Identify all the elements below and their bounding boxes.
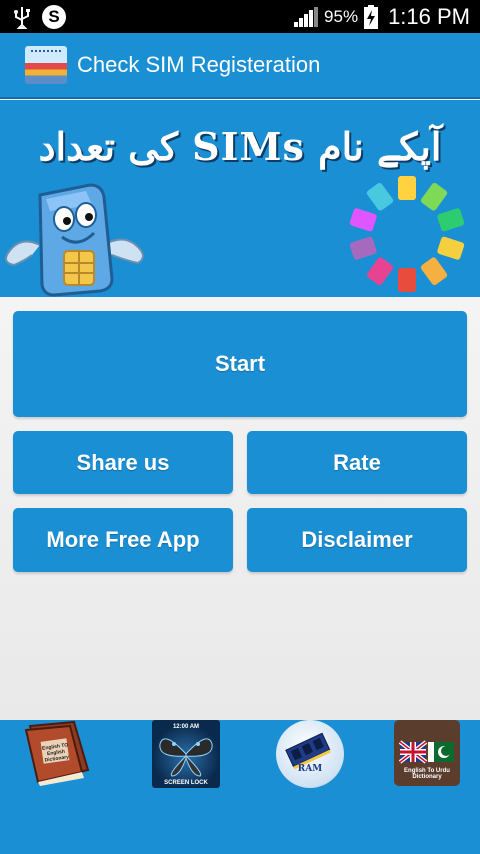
more-free-app-button[interactable]: More Free App (13, 508, 233, 572)
main-content: Start Share us Rate More Free App Discla… (0, 297, 480, 720)
battery-percentage: 95% (324, 6, 359, 26)
ad-screen-lock[interactable]: 12:00 AM SCREEN LOCK (152, 720, 220, 788)
usb-icon (14, 6, 30, 29)
promo-apps-bar: English TO English Dictionary 12:00 AM S… (0, 720, 480, 854)
butterfly-icon (159, 738, 213, 777)
screen-lock-label: SCREEN LOCK (164, 780, 208, 786)
urdu-dictionary-label: English To Urdu Dictionary (404, 768, 450, 780)
start-button[interactable]: Start (13, 311, 467, 417)
status-right: 95% 1:16 PM (294, 0, 470, 33)
clock: 1:16 PM (388, 3, 470, 29)
sim-mascot-illustration (5, 183, 144, 297)
disclaimer-button[interactable]: Disclaimer (247, 508, 467, 572)
ram-label: RAM (297, 764, 323, 774)
skype-icon: S (42, 4, 66, 29)
app-logo (25, 46, 67, 84)
app-bar: Check SIM Registeration (0, 33, 480, 99)
signal-icon (294, 6, 319, 27)
rate-button[interactable]: Rate (247, 431, 467, 494)
header-banner: آپکے نام SIMs کی تعداد (0, 100, 480, 297)
ad-ram-cleaner[interactable]: RAM (276, 720, 344, 788)
ad-english-dictionary[interactable]: English TO English Dictionary (22, 720, 94, 786)
status-bar: S 95% 1:16 PM (0, 0, 480, 33)
status-left: S (0, 4, 66, 29)
battery-charging-icon (364, 4, 379, 29)
colorful-sim-ring-illustration (349, 176, 465, 292)
ram-chip-icon (285, 732, 331, 770)
app-title: Check SIM Registeration (77, 52, 321, 77)
banner-title: آپکے نام SIMs کی تعداد (38, 124, 442, 169)
share-us-button[interactable]: Share us (13, 431, 233, 494)
ad-english-urdu-dictionary[interactable]: English To Urdu Dictionary (394, 720, 460, 786)
